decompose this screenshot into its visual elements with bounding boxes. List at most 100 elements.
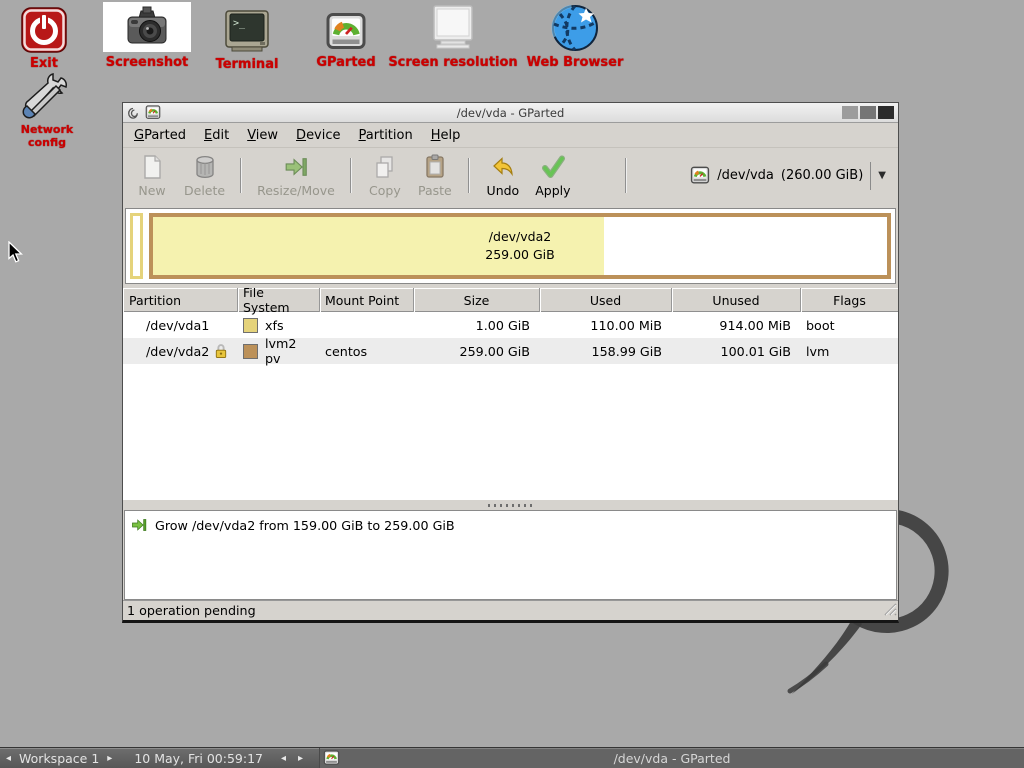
toolbar-separator <box>240 158 242 193</box>
workspace-next-icon[interactable]: ▸ <box>101 753 118 764</box>
menu-help[interactable]: Help <box>422 125 470 146</box>
column-header-partition[interactable]: Partition <box>123 288 238 312</box>
size-cell: 1.00 GiB <box>414 312 540 338</box>
desktop-icon-web-browser[interactable]: Web Browser <box>524 2 626 70</box>
desktop-icon-label: GParted <box>304 55 388 70</box>
terminal-icon: >_ <box>204 4 290 54</box>
column-header-mount-point[interactable]: Mount Point <box>320 288 414 312</box>
mount-point-cell: centos <box>320 338 414 364</box>
partition-box-vda1[interactable] <box>130 213 143 279</box>
desktop-icon-screenshot[interactable]: Screenshot <box>103 2 191 70</box>
column-header-size[interactable]: Size <box>414 288 540 312</box>
resize-grip[interactable] <box>881 600 897 619</box>
filesystem-cell: lvm2 pv <box>238 338 320 364</box>
desktop-icon-label: Terminal <box>204 57 290 72</box>
chevron-down-icon[interactable]: ▼ <box>878 170 886 181</box>
window-prev-icon[interactable]: ◂ <box>275 753 292 764</box>
used-cell: 158.99 GiB <box>540 338 672 364</box>
mouse-cursor <box>8 241 24 265</box>
globe-icon <box>524 2 626 52</box>
power-icon <box>12 3 76 53</box>
partition-visual-panel: /dev/vda2 259.00 GiB <box>125 208 896 284</box>
workspace-indicator[interactable]: Workspace 1 <box>17 751 101 766</box>
resize-move-icon <box>283 153 309 181</box>
toolbar-separator <box>468 158 470 193</box>
column-header-flags[interactable]: Flags <box>801 288 898 312</box>
desktop-icon-label: Network config <box>0 123 94 149</box>
status-bar: 1 operation pending <box>123 600 898 620</box>
menu-gparted[interactable]: GParted <box>125 125 195 146</box>
partition-caption-size: 259.00 GiB <box>153 246 887 264</box>
new-partition-icon <box>140 153 164 181</box>
column-header-file-system[interactable]: File System <box>238 288 320 312</box>
window-title: /dev/vda - GParted <box>123 106 898 120</box>
partition-cell: /dev/vda1 <box>123 312 238 338</box>
partition-caption: /dev/vda2 259.00 GiB <box>153 228 887 264</box>
desktop-icon-label: Exit <box>12 56 76 71</box>
copy-icon <box>373 153 397 181</box>
pane-splitter-handle[interactable] <box>123 500 898 510</box>
window-titlebar[interactable]: /dev/vda - GParted <box>123 103 898 123</box>
monitor-icon <box>386 2 520 52</box>
operation-item: Grow /dev/vda2 from 159.00 GiB to 259.00… <box>131 517 890 533</box>
operation-text: Grow /dev/vda2 from 159.00 GiB to 259.00… <box>155 518 455 533</box>
menu-device[interactable]: Device <box>287 125 349 146</box>
copy-button[interactable]: Copy <box>360 150 410 201</box>
delete-icon <box>193 153 217 181</box>
filesystem-color-swatch <box>243 318 258 333</box>
desktop-icon-gparted[interactable]: GParted <box>304 9 388 70</box>
maximize-button[interactable] <box>860 106 876 119</box>
desktop-icon-exit[interactable]: Exit <box>12 3 76 71</box>
workspace-prev-icon[interactable]: ◂ <box>0 753 17 764</box>
column-header-used[interactable]: Used <box>540 288 672 312</box>
lock-icon <box>214 343 228 359</box>
splitter-dots <box>488 504 534 507</box>
menu-view[interactable]: View <box>238 125 287 146</box>
table-row-vda2[interactable]: /dev/vda2 lvm2 pv centos 259.00 GiB 158.… <box>123 338 898 364</box>
menu-partition[interactable]: Partition <box>350 125 422 146</box>
paste-icon <box>423 153 447 181</box>
paste-button[interactable]: Paste <box>410 150 460 201</box>
partition-cell: /dev/vda2 <box>123 338 238 364</box>
desktop-icon-label: Screenshot <box>103 55 191 70</box>
unused-cell: 100.01 GiB <box>672 338 801 364</box>
device-drive-icon <box>690 166 710 185</box>
partition-table: Partition File System Mount Point Size U… <box>123 288 898 500</box>
desktop-icon-label: Web Browser <box>524 55 626 70</box>
undo-icon <box>491 153 515 181</box>
mount-point-cell <box>320 312 414 338</box>
column-header-unused[interactable]: Unused <box>672 288 801 312</box>
used-cell: 110.00 MiB <box>540 312 672 338</box>
close-button[interactable] <box>878 106 894 119</box>
device-selector[interactable]: /dev/vda (260.00 GiB) ▼ <box>682 155 894 197</box>
resize-move-button[interactable]: Resize/Move <box>250 150 342 201</box>
device-size-label: (260.00 GiB) <box>781 168 863 183</box>
menu-bar: GParted Edit View Device Partition Help <box>123 123 898 148</box>
task-button-gparted[interactable]: /dev/vda - GParted <box>319 748 1024 768</box>
device-label: /dev/vda <box>717 168 774 183</box>
gparted-drive-icon <box>304 9 388 52</box>
toolbar-separator <box>350 158 352 193</box>
window-next-icon[interactable]: ▸ <box>292 753 309 764</box>
toolbar: New Delete Resize/Move <box>123 148 898 204</box>
taskbar: ◂ Workspace 1 ▸ 10 May, Fri 00:59:17 ◂ ▸… <box>0 747 1024 768</box>
combo-divider <box>870 162 871 190</box>
undo-button[interactable]: Undo <box>478 150 528 201</box>
apply-button[interactable]: Apply <box>528 150 578 201</box>
desktop-icon-screen-resolution[interactable]: Screen resolution <box>386 2 520 70</box>
desktop-icon-terminal[interactable]: >_ Terminal <box>204 4 290 72</box>
minimize-button[interactable] <box>842 106 858 119</box>
filesystem-cell: xfs <box>238 312 320 338</box>
svg-text:>_: >_ <box>233 18 246 29</box>
new-button[interactable]: New <box>127 150 177 201</box>
filesystem-color-swatch <box>243 344 258 359</box>
toolbar-separator <box>625 158 627 193</box>
menu-edit[interactable]: Edit <box>195 125 238 146</box>
flags-cell: lvm <box>801 338 898 364</box>
desktop-icon-label: Screen resolution <box>386 55 520 70</box>
desktop-icon-network-config[interactable]: Network config <box>0 70 94 149</box>
delete-button[interactable]: Delete <box>177 150 232 201</box>
tools-icon <box>0 70 94 120</box>
partition-box-vda2[interactable]: /dev/vda2 259.00 GiB <box>149 213 891 279</box>
table-row-vda1[interactable]: /dev/vda1 xfs 1.00 GiB 110.00 MiB 914.00… <box>123 312 898 338</box>
